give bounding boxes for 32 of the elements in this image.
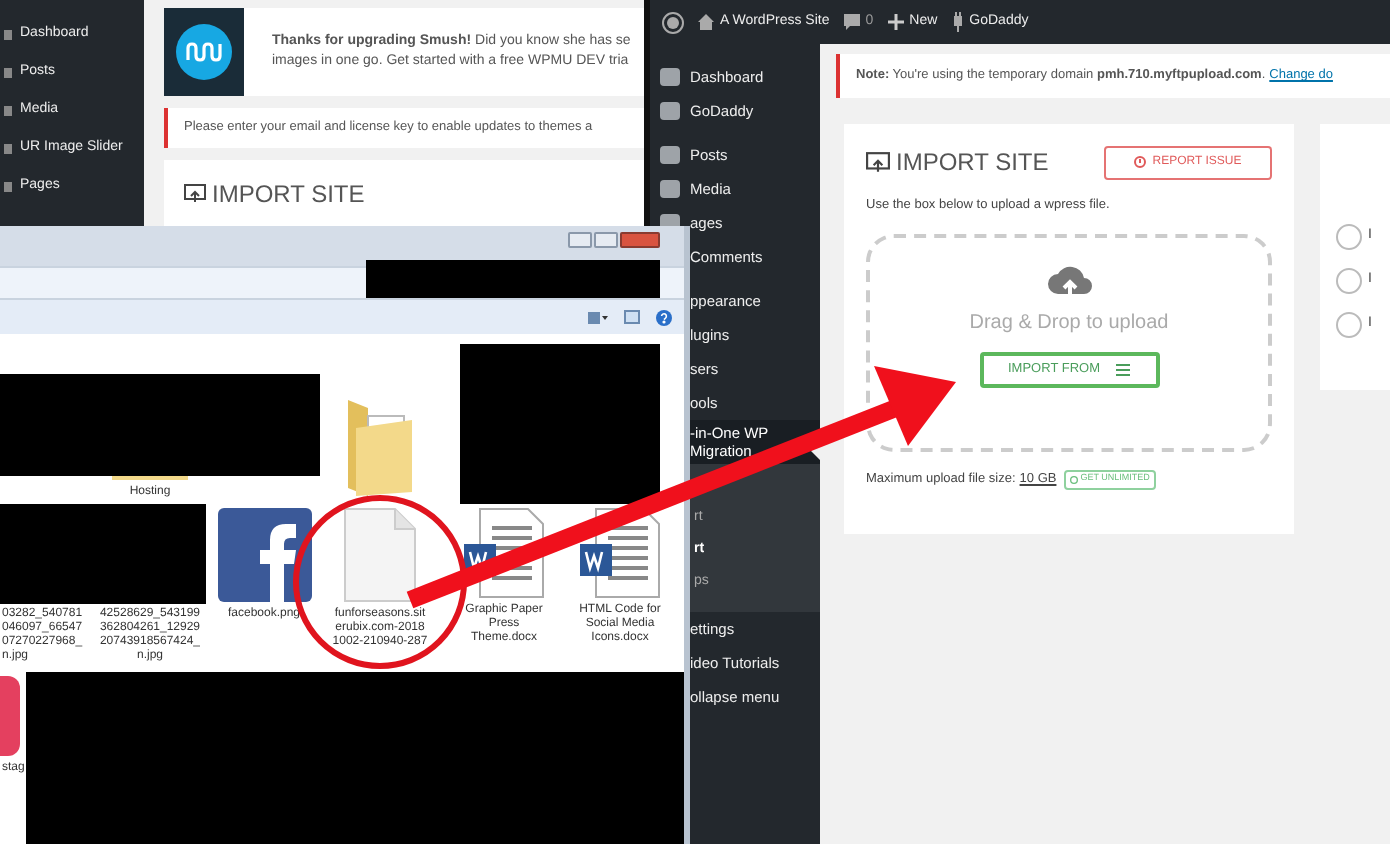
app-icon [0, 676, 20, 756]
view-icon[interactable] [588, 311, 608, 323]
menu-icon [4, 143, 12, 153]
drop-text: Drag & Drop to upload [969, 309, 1169, 338]
cloud-upload-icon [1045, 265, 1093, 300]
section-title: IMPORT SITE [896, 146, 1049, 180]
help-icon[interactable] [656, 309, 672, 325]
radio-button[interactable] [1336, 312, 1362, 338]
radio-button[interactable] [1336, 224, 1362, 250]
minimize-button[interactable] [568, 232, 592, 248]
maximize-button[interactable] [594, 232, 618, 248]
close-button[interactable] [620, 232, 660, 248]
logo-icon[interactable] [662, 11, 684, 33]
comment-icon [843, 14, 860, 30]
menu-icon [4, 67, 12, 77]
folder-icon [344, 396, 416, 500]
menu-icon [4, 105, 12, 115]
menu-icon [4, 29, 12, 39]
info-icon [1134, 156, 1147, 168]
file-icon [344, 508, 416, 602]
section-title: IMPORT SITE [212, 184, 365, 206]
import-icon [866, 151, 890, 173]
facebook-icon [217, 508, 311, 602]
menu-icon [1115, 363, 1130, 376]
plus-icon [887, 14, 904, 30]
radio-button[interactable] [1336, 268, 1362, 294]
plug-icon [951, 12, 964, 32]
import-icon [184, 184, 206, 204]
pane-icon[interactable] [624, 310, 640, 324]
info-icon [1070, 475, 1079, 484]
menu-icon [4, 181, 12, 191]
home-icon [698, 14, 714, 30]
